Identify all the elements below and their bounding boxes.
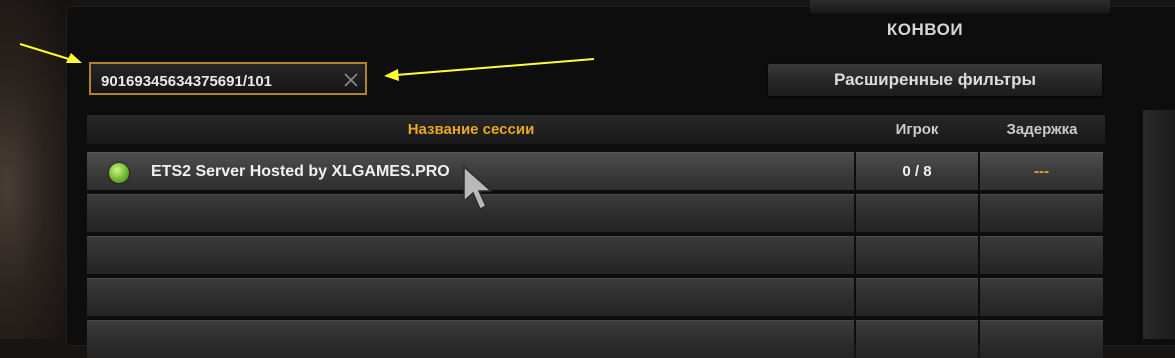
- page-title: КОНВОИ: [886, 20, 964, 39]
- empty-cell: [856, 194, 978, 232]
- advanced-filters-button[interactable]: Расширенные фильтры: [768, 64, 1102, 96]
- close-icon[interactable]: [342, 71, 360, 89]
- mouse-cursor-icon: [463, 165, 493, 211]
- empty-cell: [980, 278, 1103, 316]
- background-scene: [0, 0, 75, 339]
- empty-cell: [980, 194, 1103, 232]
- table-row-empty[interactable]: [87, 236, 1103, 274]
- empty-cell: [87, 236, 854, 274]
- scrollbar[interactable]: [1143, 110, 1175, 339]
- column-header-session-name[interactable]: Название сессии: [87, 115, 855, 144]
- search-input[interactable]: [99, 70, 338, 92]
- top-tab: [810, 0, 1110, 14]
- session-name: ETS2 Server Hosted by XLGAMES.PRO: [151, 163, 450, 180]
- empty-cell: [856, 236, 978, 274]
- table-header: Название сессии Игрок Задержка: [87, 115, 1105, 144]
- column-header-delay[interactable]: Задержка: [979, 115, 1105, 144]
- empty-cell: [87, 320, 854, 358]
- column-header-players[interactable]: Игрок: [855, 115, 979, 144]
- table-row-empty[interactable]: [87, 194, 1103, 232]
- empty-cell: [980, 236, 1103, 274]
- empty-cell: [856, 278, 978, 316]
- players-cell[interactable]: 0 / 8: [856, 152, 978, 190]
- delay-value: ---: [1034, 163, 1049, 180]
- empty-cell: [87, 278, 854, 316]
- empty-cell: [856, 320, 978, 358]
- table-row[interactable]: ETS2 Server Hosted by XLGAMES.PRO 0 / 8 …: [87, 152, 1103, 190]
- table-row-empty[interactable]: [87, 320, 1103, 358]
- empty-cell: [980, 320, 1103, 358]
- status-dot-icon: [109, 163, 129, 183]
- players-count: 0 / 8: [902, 163, 932, 180]
- table-row-empty[interactable]: [87, 278, 1103, 316]
- delay-cell[interactable]: ---: [980, 152, 1103, 190]
- search-field[interactable]: [89, 62, 367, 95]
